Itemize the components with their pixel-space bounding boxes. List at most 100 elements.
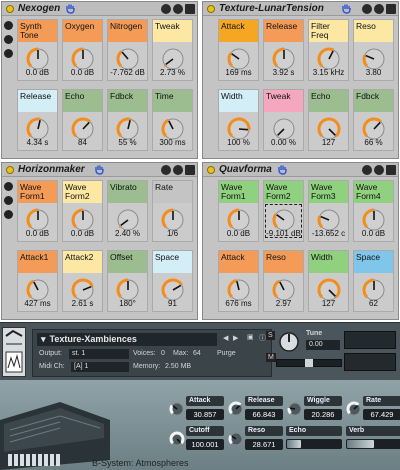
macro-tweak[interactable]: Tweak 2.73 % bbox=[152, 19, 193, 81]
macro-time[interactable]: Time 300 ms bbox=[152, 89, 193, 151]
control-value[interactable]: 30.857 bbox=[186, 409, 224, 420]
dropdown-arrow-icon[interactable]: ▾ bbox=[41, 334, 46, 344]
next-icon[interactable]: ▶ bbox=[233, 334, 238, 342]
macro-fdbck[interactable]: Fdbck 55 % bbox=[107, 89, 148, 151]
settings-icon[interactable] bbox=[173, 4, 183, 14]
macro-offset[interactable]: Offset 180° bbox=[107, 250, 148, 312]
pan-slider[interactable] bbox=[276, 359, 342, 367]
slider-verb[interactable]: Verb bbox=[346, 426, 400, 452]
macro-reso[interactable]: Reso 3.80 bbox=[353, 19, 394, 81]
camera-icon[interactable]: ▣ bbox=[247, 333, 254, 341]
macro-attack[interactable]: Attack 676 ms bbox=[218, 250, 259, 312]
rack-side-controls bbox=[3, 179, 15, 224]
mute-button[interactable]: M bbox=[266, 353, 276, 362]
save-preset-icon[interactable] bbox=[386, 165, 396, 175]
control-value[interactable]: 66.843 bbox=[245, 409, 283, 420]
settings-icon[interactable] bbox=[374, 165, 384, 175]
rack-activator-toggle[interactable] bbox=[207, 166, 215, 174]
control-attack[interactable]: Attack 30.857 bbox=[168, 396, 224, 430]
rack-activator-toggle[interactable] bbox=[6, 5, 14, 13]
slider-echo[interactable]: Echo bbox=[286, 426, 342, 452]
macro-wave-form1[interactable]: Wave Form1 0.0 dB bbox=[218, 180, 259, 242]
instrument-name[interactable]: ▾ Texture-Xambiences bbox=[37, 333, 217, 346]
macro-space[interactable]: Space 91 bbox=[152, 250, 193, 312]
macro-wave-form4[interactable]: Wave Form4 0.0 dB bbox=[353, 180, 394, 242]
save-preset-icon[interactable] bbox=[386, 4, 396, 14]
hot-swap-icon[interactable] bbox=[362, 4, 372, 14]
hot-swap-icon[interactable] bbox=[362, 165, 372, 175]
show-macro-icon[interactable] bbox=[4, 35, 13, 44]
settings-icon[interactable] bbox=[173, 165, 183, 175]
macro-space[interactable]: Space 62 bbox=[353, 250, 394, 312]
macro-vibrato[interactable]: Vibrato 2.40 % bbox=[107, 180, 148, 242]
level-meter-bottom bbox=[344, 353, 396, 371]
macro-rate[interactable]: Rate 1/6 bbox=[152, 180, 193, 242]
rack-title-bar[interactable]: Nexogen bbox=[2, 2, 197, 16]
macro-reso[interactable]: Reso 2.97 bbox=[263, 250, 304, 312]
control-release[interactable]: Release 66.843 bbox=[227, 396, 283, 430]
settings-icon[interactable] bbox=[374, 4, 384, 14]
macro-nitrogen[interactable]: Nitrogen -7.762 dB bbox=[107, 19, 148, 81]
macro-oxygen[interactable]: Oxygen 0.0 dB bbox=[62, 19, 103, 81]
pan-slider-handle[interactable] bbox=[305, 359, 313, 367]
macro-release[interactable]: Release 3.92 s bbox=[263, 19, 304, 81]
control-value[interactable]: 67.429 bbox=[363, 409, 400, 420]
macro-tweak[interactable]: Tweak 0.00 % bbox=[263, 89, 304, 151]
macro-label: Wave Form4 bbox=[354, 181, 393, 203]
macro-release[interactable]: Release 4.34 s bbox=[17, 89, 58, 151]
macro-filter-freq[interactable]: Filter Freq 3.15 kHz bbox=[308, 19, 349, 81]
rack-title-bar[interactable]: Texture-LunarTension bbox=[203, 2, 398, 16]
control-knob[interactable] bbox=[227, 400, 245, 418]
macro-attack2[interactable]: Attack2 2.61 s bbox=[62, 250, 103, 312]
control-knob[interactable] bbox=[345, 400, 363, 418]
macro-width[interactable]: Width 100 % bbox=[218, 89, 259, 151]
macro-echo[interactable]: Echo 127 bbox=[308, 89, 349, 151]
macro-wave-form1[interactable]: Wave Form1 0.0 dB bbox=[17, 180, 58, 242]
rack-activator-toggle[interactable] bbox=[6, 166, 14, 174]
macro-attack[interactable]: Attack 169 ms bbox=[218, 19, 259, 81]
tune-knob[interactable] bbox=[278, 331, 300, 353]
macro-value: 4.34 s bbox=[26, 138, 49, 147]
show-chain-list-icon[interactable] bbox=[4, 21, 13, 30]
rack-title-bar[interactable]: Horizonmaker bbox=[2, 163, 197, 177]
macro-wave-form3[interactable]: Wave Form3 -13.652 c bbox=[308, 180, 349, 242]
control-value[interactable]: 28.671 bbox=[245, 439, 283, 450]
hot-swap-icon[interactable] bbox=[161, 165, 171, 175]
show-devices-icon[interactable] bbox=[4, 210, 13, 219]
max-voices-value[interactable]: 64 bbox=[193, 350, 201, 357]
output-select[interactable]: st. 1 bbox=[69, 349, 129, 359]
hot-swap-icon[interactable] bbox=[161, 4, 171, 14]
midi-channel-select[interactable]: [A] 1 bbox=[71, 362, 129, 372]
show-chain-list-icon[interactable] bbox=[4, 182, 13, 191]
rack-activator-toggle[interactable] bbox=[207, 5, 215, 13]
macro-echo[interactable]: Echo 84 bbox=[62, 89, 103, 151]
control-knob[interactable] bbox=[168, 430, 186, 448]
rack-title-bar[interactable]: Quavforma bbox=[203, 163, 398, 177]
purge-button[interactable]: Purge bbox=[217, 350, 236, 357]
info-icon[interactable]: ⓘ bbox=[259, 333, 266, 343]
kontakt-instrument-panel: ▾ Texture-Xambiences ◀ ▶ ▣ ⓘ Output: st. … bbox=[0, 322, 400, 470]
control-wiggle[interactable]: Wiggle 20.286 bbox=[286, 396, 342, 430]
show-devices-icon[interactable] bbox=[4, 49, 13, 58]
solo-button[interactable]: S bbox=[266, 331, 275, 340]
macro-wave-form2[interactable]: Wave Form2 0.0 dB bbox=[62, 180, 103, 242]
macro-width[interactable]: Width 127 bbox=[308, 250, 349, 312]
control-knob[interactable] bbox=[227, 430, 245, 448]
control-knob[interactable] bbox=[168, 400, 186, 418]
instrument-logo-icon[interactable] bbox=[2, 327, 26, 377]
tune-value[interactable]: 0.00 bbox=[306, 340, 340, 350]
save-preset-icon[interactable] bbox=[185, 4, 195, 14]
save-preset-icon[interactable] bbox=[185, 165, 195, 175]
control-knob[interactable] bbox=[286, 400, 304, 418]
prev-icon[interactable]: ◀ bbox=[223, 334, 228, 342]
macro-attack1[interactable]: Attack1 427 ms bbox=[17, 250, 58, 312]
macro-synth-tone[interactable]: Synth Tone 0.0 dB bbox=[17, 19, 58, 81]
control-reso[interactable]: Reso 28.671 bbox=[227, 426, 283, 460]
control-value[interactable]: 100.001 bbox=[186, 439, 224, 450]
control-cutoff[interactable]: Cutoff 100.001 bbox=[168, 426, 224, 460]
control-rate[interactable]: Rate 67.429 bbox=[345, 396, 400, 430]
show-macro-icon[interactable] bbox=[4, 196, 13, 205]
tune-section: S M Tune 0.00 bbox=[266, 329, 398, 377]
control-value[interactable]: 20.286 bbox=[304, 409, 342, 420]
macro-fdbck[interactable]: Fdbck 66 % bbox=[353, 89, 394, 151]
